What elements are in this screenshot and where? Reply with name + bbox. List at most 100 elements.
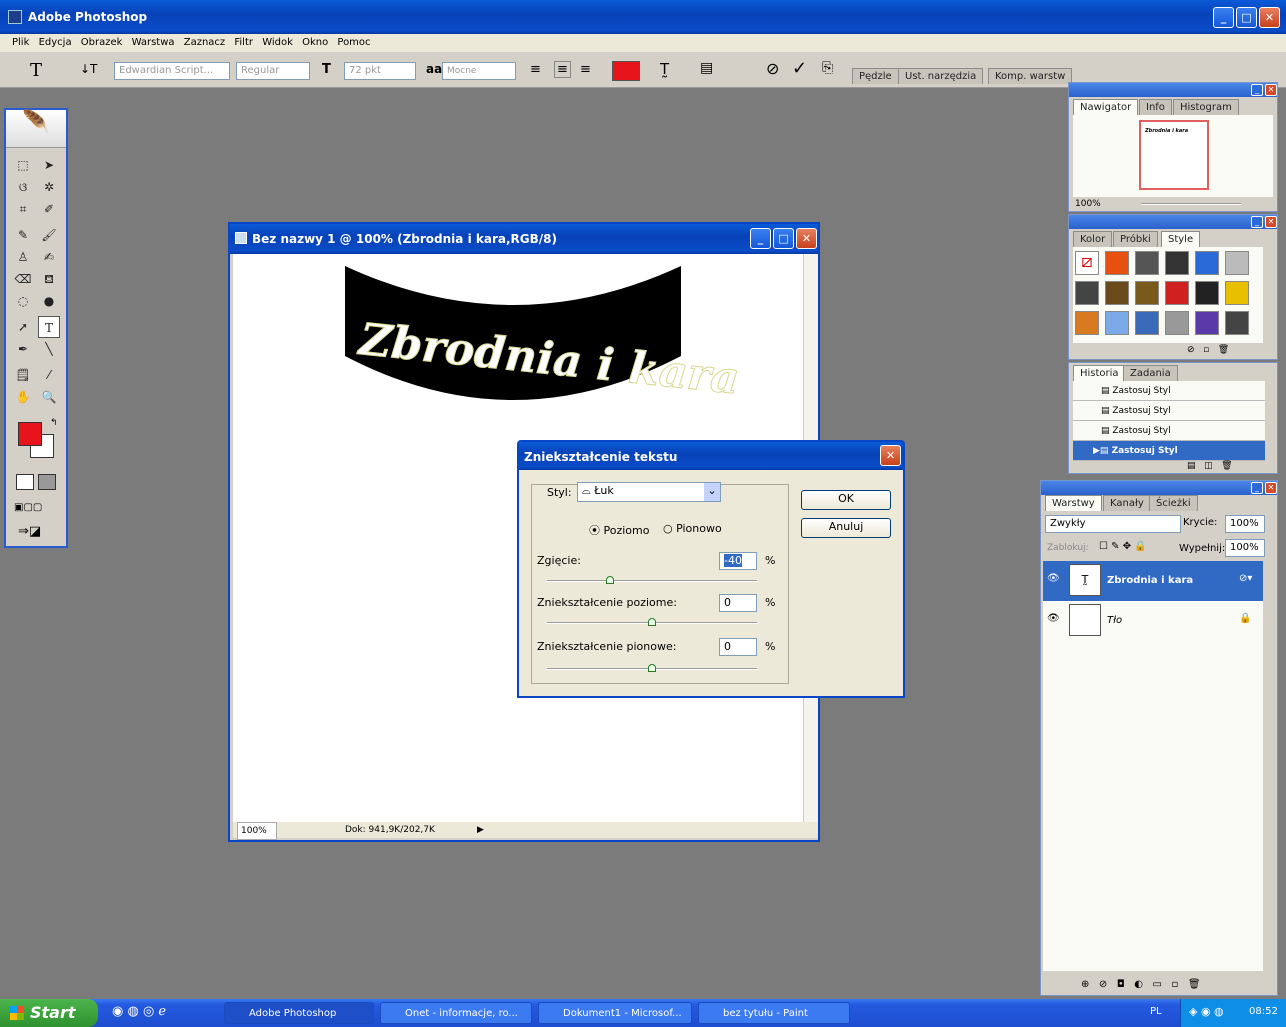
quickmask-mode-button[interactable] (38, 474, 56, 490)
tab-probki[interactable]: Próbki (1113, 231, 1158, 247)
bend-slider-track[interactable] (547, 580, 757, 582)
hdist-slider-thumb[interactable] (648, 618, 656, 626)
bend-input[interactable]: -40 (719, 552, 757, 570)
style-swatch[interactable] (1225, 311, 1249, 335)
hand-tool[interactable]: ✋ (12, 386, 34, 408)
warp-text-icon[interactable]: T̰ (660, 60, 669, 78)
history-item-selected[interactable]: ▶▤ Zastosuj Styl (1073, 441, 1265, 461)
dodge-tool[interactable]: ● (38, 290, 60, 312)
vdist-input[interactable]: 0 (719, 638, 757, 656)
doc-zoom[interactable]: 100% (237, 822, 277, 840)
tab-pedzle[interactable]: Pędzle (852, 68, 899, 84)
dialog-close-button[interactable]: ✕ (880, 445, 901, 466)
menu-zaznacz[interactable]: Zaznacz (184, 37, 225, 48)
font-family-select[interactable]: Edwardian Script... (114, 62, 230, 80)
eye-icon[interactable]: 👁 (1047, 613, 1060, 624)
style-swatch[interactable] (1135, 281, 1159, 305)
stamp-tool[interactable]: ♙ (12, 246, 34, 268)
blur-tool[interactable]: ◌ (12, 290, 34, 312)
style-none-swatch[interactable]: ⧄ (1075, 251, 1099, 275)
tab-komp-warstw[interactable]: Komp. warstw (988, 68, 1073, 84)
opacity-input[interactable]: 100% (1225, 515, 1265, 533)
task-word[interactable]: Dokument1 - Microsof... (538, 1002, 692, 1024)
nav-minimize-icon[interactable]: _ (1251, 84, 1263, 96)
hdist-input[interactable]: 0 (719, 594, 757, 612)
blend-mode-select[interactable]: Zwykły (1045, 515, 1181, 533)
doc-minimize-button[interactable]: _ (750, 228, 771, 249)
lock-icons[interactable]: ☐ ✎ ✥ 🔒 (1099, 541, 1147, 552)
foreground-color[interactable] (18, 422, 42, 446)
tab-warstwy[interactable]: Warstwy (1045, 495, 1102, 511)
standard-mode-button[interactable] (16, 474, 34, 490)
zoom-tool[interactable]: 🔍 (38, 386, 60, 408)
menu-filtr[interactable]: Filtr (234, 37, 253, 48)
style-swatch[interactable] (1225, 251, 1249, 275)
history-footer-icons[interactable]: ▤ ◫ 🗑 (1187, 461, 1233, 471)
file-browser-icon[interactable]: ⎘ (822, 60, 833, 76)
text-orientation-icon[interactable]: ↓T (80, 62, 97, 76)
style-swatch[interactable] (1135, 311, 1159, 335)
eye-icon[interactable]: 👁 (1047, 573, 1060, 584)
eyedropper-tool[interactable]: ⁄ (38, 364, 60, 386)
font-style-select[interactable]: Regular (236, 62, 310, 80)
type-tool[interactable]: T (38, 316, 60, 338)
align-center-icon[interactable]: ≡ (554, 61, 571, 78)
maximize-button[interactable]: □ (1236, 7, 1257, 28)
move-tool[interactable]: ➤ (38, 154, 60, 176)
swap-colors-icon[interactable]: ↰ (50, 418, 58, 428)
slice-tool[interactable]: ✐ (38, 198, 60, 220)
style-swatch[interactable] (1165, 281, 1189, 305)
start-button[interactable]: Start (0, 999, 98, 1027)
style-swatch[interactable] (1195, 251, 1219, 275)
history-brush-tool[interactable]: ✍ (38, 246, 60, 268)
doc-maximize-button[interactable]: □ (773, 228, 794, 249)
history-item[interactable]: ▤ Zastosuj Styl (1073, 401, 1265, 421)
tab-histogram[interactable]: Histogram (1173, 99, 1239, 115)
style-swatch[interactable] (1135, 251, 1159, 275)
align-left-icon[interactable]: ≡ (530, 62, 541, 77)
text-color-swatch[interactable] (612, 61, 640, 81)
layer-row-text[interactable]: 👁 T̰ Zbrodnia i kara ⊘▾ (1043, 561, 1263, 601)
lasso-tool[interactable]: ଓ (12, 176, 34, 198)
tab-zadania[interactable]: Zadania (1123, 365, 1178, 381)
screen-mode-buttons[interactable]: ▣▢▢ (14, 502, 60, 516)
navigator-zoom-slider[interactable] (1141, 203, 1241, 205)
tab-navigator[interactable]: Nawigator (1073, 99, 1139, 115)
navigator-zoom[interactable]: 100% (1075, 199, 1101, 209)
menu-pomoc[interactable]: Pomoc (337, 37, 370, 48)
commit-icon[interactable]: ✓ (792, 58, 807, 79)
cancel-icon[interactable]: ⊘ (766, 59, 779, 78)
ok-button[interactable]: OK (801, 490, 891, 510)
type-tool-icon[interactable]: T (30, 60, 42, 81)
tab-ust-narzedzia[interactable]: Ust. narzędzia (898, 68, 984, 84)
path-select-tool[interactable]: ➚ (12, 316, 34, 338)
style-swatch[interactable] (1195, 311, 1219, 335)
tab-info[interactable]: Info (1139, 99, 1172, 115)
menu-okno[interactable]: Okno (302, 37, 328, 48)
brush-tool[interactable]: 🖌 (38, 224, 60, 246)
close-button[interactable]: ✕ (1259, 7, 1280, 28)
layer-effects-icon[interactable]: ⊘▾ (1239, 573, 1252, 584)
navigator-thumbnail[interactable]: Zbrodnia i kara (1139, 120, 1209, 190)
status-menu-arrow[interactable]: ▶ (477, 822, 484, 838)
vdist-slider-thumb[interactable] (648, 664, 656, 672)
task-onet[interactable]: Onet - informacje, ro... (380, 1002, 532, 1024)
tab-kolor[interactable]: Kolor (1073, 231, 1113, 247)
task-photoshop[interactable]: Adobe Photoshop (224, 1002, 374, 1024)
history-item[interactable]: ▤ Zastosuj Styl (1073, 381, 1265, 401)
notes-tool[interactable]: 🗒 (12, 364, 34, 386)
cancel-button[interactable]: Anuluj (801, 518, 891, 538)
palettes-icon[interactable]: ▤ (700, 60, 713, 76)
style-swatch[interactable] (1165, 311, 1189, 335)
healing-tool[interactable]: ✎ (12, 224, 34, 246)
line-tool[interactable]: ╲ (38, 338, 60, 360)
style-swatch[interactable] (1105, 311, 1129, 335)
font-size-select[interactable]: 72 pkt (344, 62, 416, 80)
eraser-tool[interactable]: ⌫ (12, 268, 34, 290)
menu-warstwa[interactable]: Warstwa (132, 37, 175, 48)
minimize-button[interactable]: _ (1213, 7, 1234, 28)
style-swatch[interactable] (1105, 281, 1129, 305)
styles-minimize-icon[interactable]: _ (1251, 216, 1263, 228)
imageready-button[interactable]: ⇒◪ (18, 524, 56, 544)
bucket-tool[interactable]: ⛾ (38, 268, 60, 290)
